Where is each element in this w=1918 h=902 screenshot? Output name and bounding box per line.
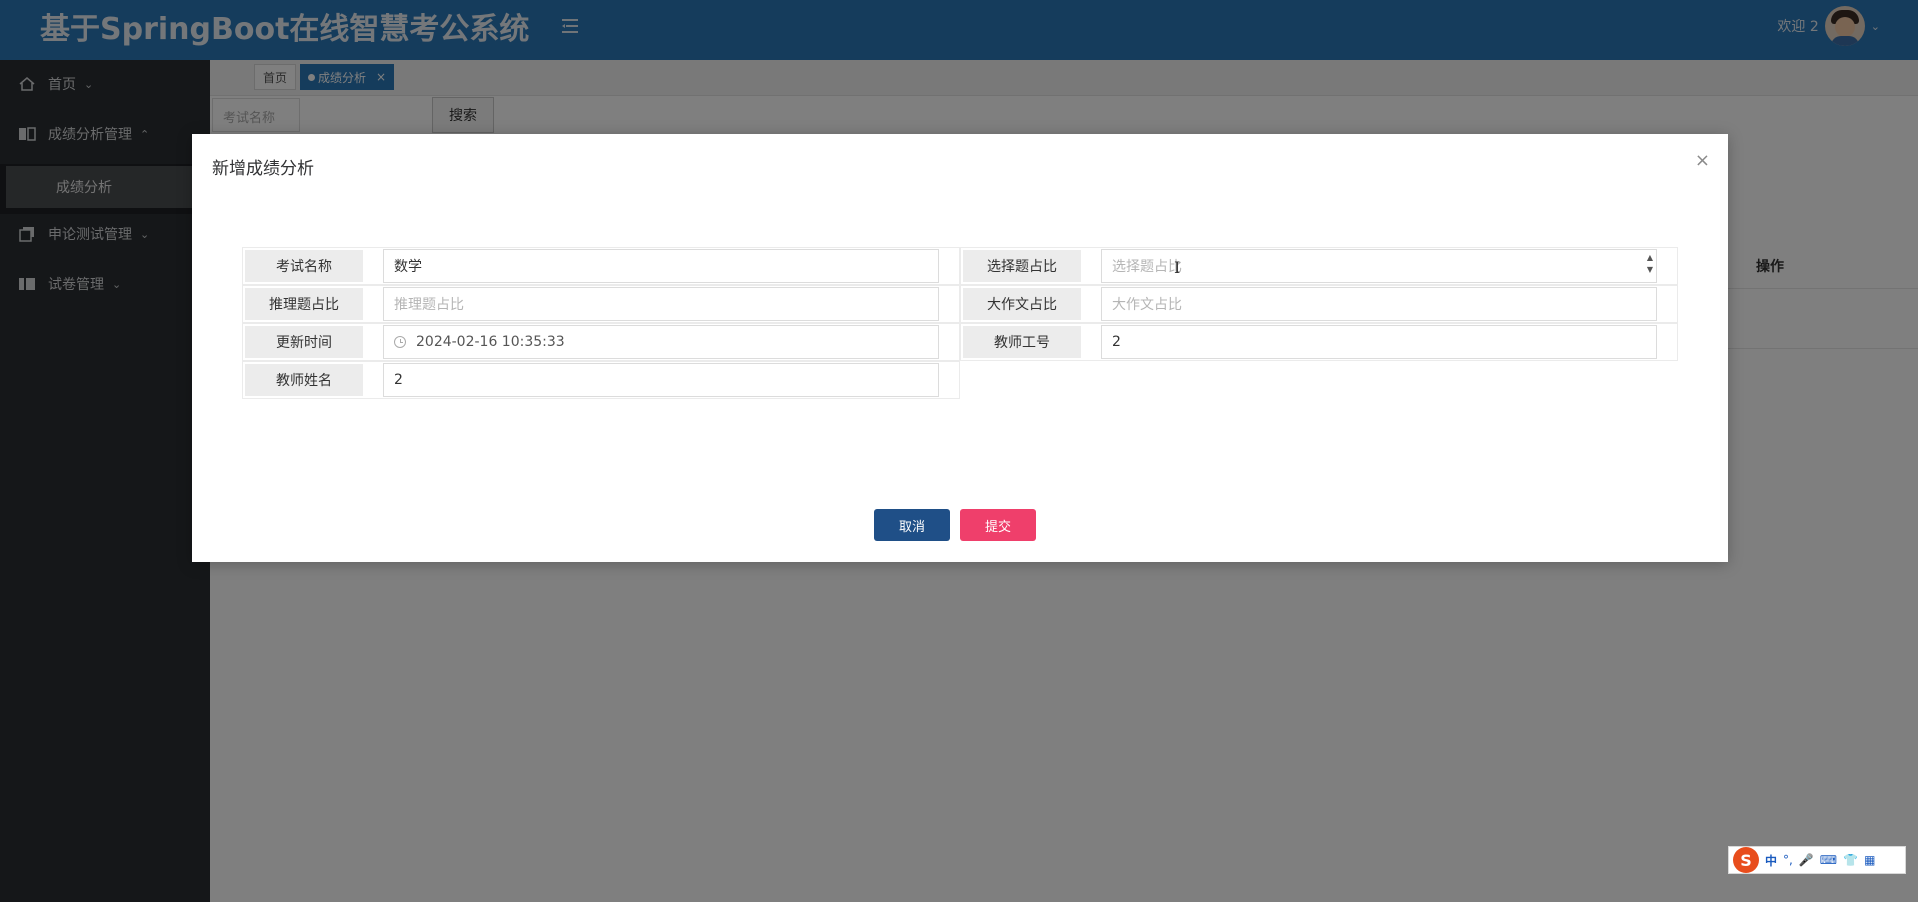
form-row-teacher-name: 教师姓名 2 [242, 361, 960, 399]
update-time-label: 更新时间 [245, 326, 363, 358]
microphone-icon[interactable]: 🎤 [1799, 853, 1814, 867]
add-score-analysis-dialog: 新增成绩分析 × 考试名称 数学 选择题占比 选择题占比 ▲ ▼ 推理题占比 推… [192, 134, 1728, 562]
form-row-update-time: 更新时间 2024-02-16 10:35:33 [242, 323, 960, 361]
reasoning-ratio-label: 推理题占比 [245, 288, 363, 320]
stepper-down-icon[interactable]: ▼ [1647, 264, 1653, 276]
update-time-picker[interactable]: 2024-02-16 10:35:33 [383, 325, 939, 359]
teacher-name-label: 教师姓名 [245, 364, 363, 396]
dialog-title: 新增成绩分析 [212, 159, 314, 179]
ime-punctuation[interactable]: °, [1783, 853, 1793, 867]
form-row-essay-ratio: 大作文占比 大作文占比 [960, 285, 1678, 323]
essay-ratio-label: 大作文占比 [963, 288, 1081, 320]
sogou-logo-icon: S [1733, 847, 1759, 873]
cancel-button[interactable]: 取消 [874, 509, 950, 541]
shirt-icon[interactable]: 👕 [1843, 853, 1858, 867]
teacher-name-input[interactable]: 2 [383, 363, 939, 397]
reasoning-ratio-input[interactable]: 推理题占比 [383, 287, 939, 321]
keyboard-icon[interactable]: ⌨ [1820, 853, 1837, 867]
ime-lang[interactable]: 中 [1765, 852, 1777, 869]
number-stepper[interactable]: ▲ ▼ [1631, 252, 1669, 276]
text-cursor-icon: I [1174, 258, 1181, 277]
grid-icon[interactable]: ▦ [1864, 853, 1875, 867]
exam-name-input[interactable]: 数学 [383, 249, 939, 283]
form-row-exam-name: 考试名称 数学 [242, 247, 960, 285]
essay-ratio-input[interactable]: 大作文占比 [1101, 287, 1657, 321]
clock-icon [394, 336, 406, 348]
ime-toolbar[interactable]: S 中 °, 🎤 ⌨ 👕 ▦ [1728, 846, 1906, 874]
close-icon[interactable]: × [1695, 152, 1710, 170]
form-row-reasoning-ratio: 推理题占比 推理题占比 [242, 285, 960, 323]
stepper-up-icon[interactable]: ▲ [1647, 252, 1653, 264]
form-row-teacher-id: 教师工号 2 [960, 323, 1678, 361]
choice-ratio-input[interactable]: 选择题占比 [1101, 249, 1657, 283]
teacher-id-input[interactable]: 2 [1101, 325, 1657, 359]
submit-button[interactable]: 提交 [960, 509, 1036, 541]
exam-name-label: 考试名称 [245, 250, 363, 282]
form-row-choice-ratio: 选择题占比 选择题占比 ▲ ▼ [960, 247, 1678, 285]
choice-ratio-label: 选择题占比 [963, 250, 1081, 282]
teacher-id-label: 教师工号 [963, 326, 1081, 358]
update-time-value: 2024-02-16 10:35:33 [416, 334, 565, 350]
